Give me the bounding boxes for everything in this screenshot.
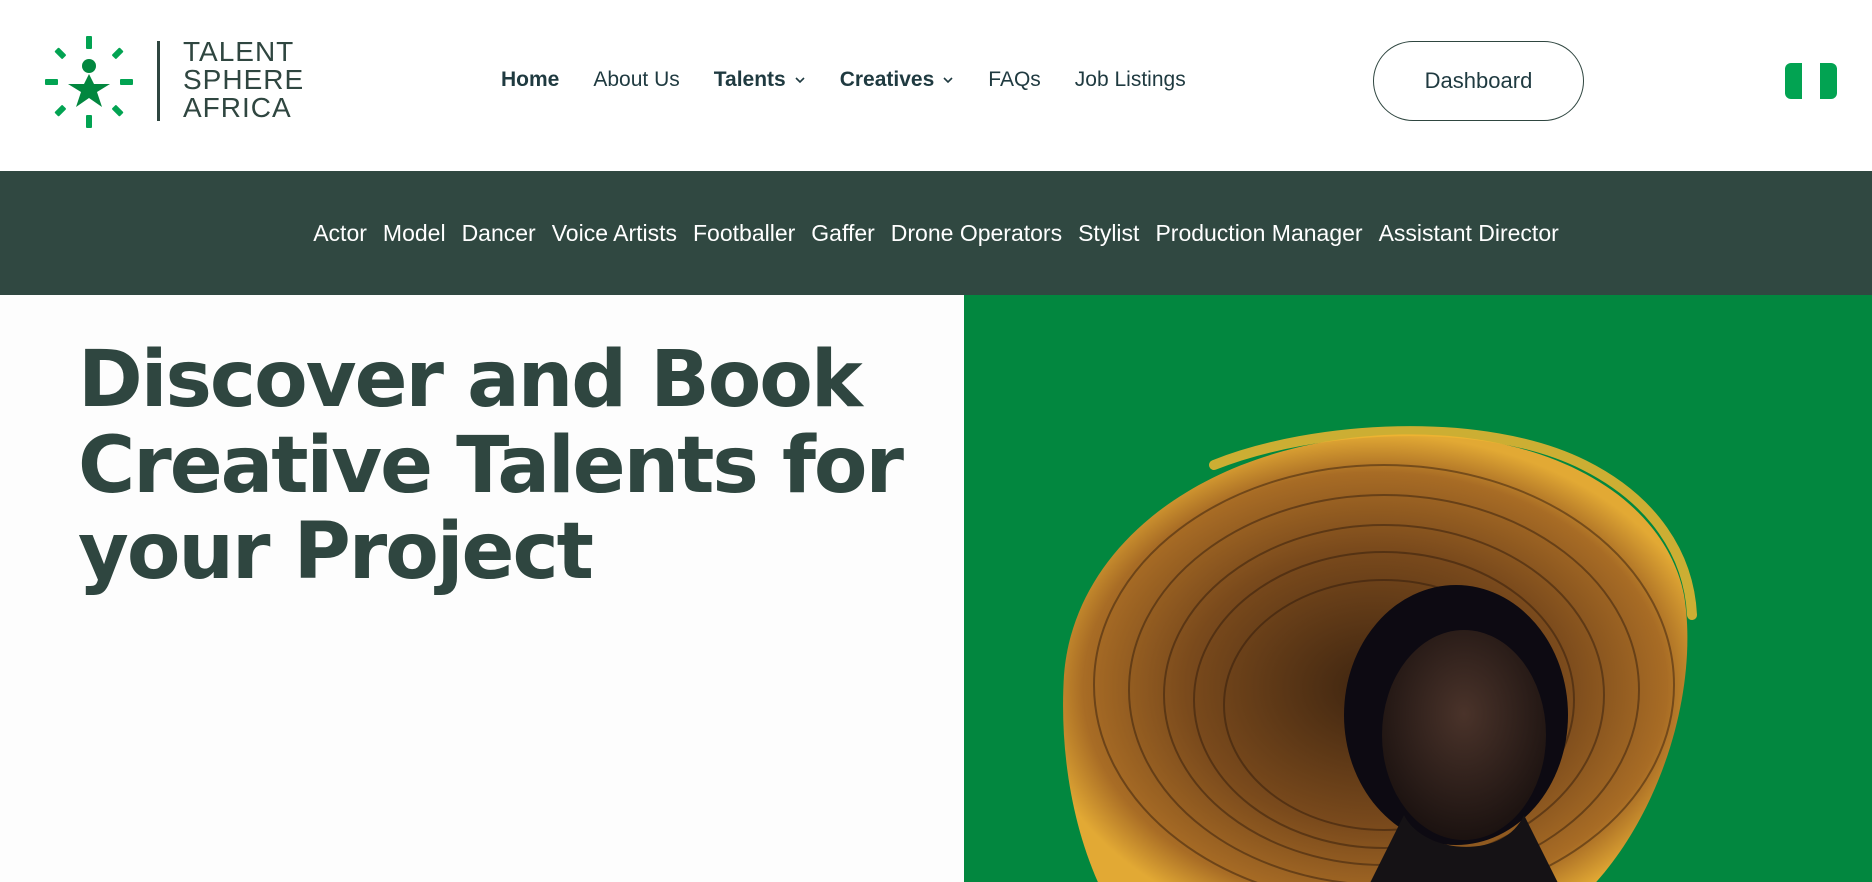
nav-about-label: About Us [593,68,680,91]
category-voice-artists[interactable]: Voice Artists [552,220,677,247]
category-footballer[interactable]: Footballer [693,220,795,247]
category-bar: Actor Model Dancer Voice Artists Footbal… [0,171,1872,295]
nav-talents-label: Talents [713,68,786,91]
main-nav: Home About Us Talents Creatives FAQs Job… [501,68,1220,92]
category-actor[interactable]: Actor [313,220,367,247]
hero-title: Discover and Book Creative Talents for y… [78,337,958,595]
flag-stripe-left [1785,63,1803,99]
category-stylist[interactable]: Stylist [1078,220,1139,247]
hero-title-line-3: your Project [78,507,594,597]
woman-in-wide-straw-hat-icon [1063,426,1697,882]
logo-line-1: TALENT [183,36,295,67]
nigeria-flag-icon[interactable] [1785,63,1837,99]
site-logo[interactable]: TALENT SPHERE AFRICA [40,32,310,128]
category-gaffer[interactable]: Gaffer [811,220,875,247]
hero-title-line-1: Discover and Book [78,335,863,425]
chevron-down-icon [795,77,805,84]
nav-faqs[interactable]: FAQs [988,68,1041,92]
category-drone-operators[interactable]: Drone Operators [891,220,1062,247]
nav-creatives-dropdown[interactable]: Creatives [840,68,955,92]
star-person-logo-icon [45,36,133,128]
nav-talents-dropdown[interactable]: Talents [714,68,806,92]
chevron-down-icon [943,77,953,84]
category-dancer[interactable]: Dancer [462,220,536,247]
nav-job-listings-label: Job Listings [1074,68,1186,91]
category-production-manager[interactable]: Production Manager [1155,220,1362,247]
nav-about-us[interactable]: About Us [593,68,679,92]
flag-stripe-right [1819,63,1837,99]
category-assistant-director[interactable]: Assistant Director [1379,220,1559,247]
nav-home[interactable]: Home [501,68,559,92]
logo-line-3: AFRICA [183,92,292,123]
category-model[interactable]: Model [383,220,446,247]
logo-line-2: SPHERE [183,64,305,95]
flag-stripe-middle [1802,63,1820,99]
nav-creatives-label: Creatives [839,68,935,91]
site-header: TALENT SPHERE AFRICA Home About Us Talen… [0,0,1872,171]
logo-wordmark: TALENT SPHERE AFRICA [183,38,304,122]
hero-image-panel [964,295,1872,882]
hero-title-line-2: Creative Talents for [78,421,904,511]
nav-faqs-label: FAQs [988,68,1041,91]
dashboard-button[interactable]: Dashboard [1373,41,1584,121]
nav-home-label: Home [501,68,560,91]
logo-divider [157,41,160,121]
nav-job-listings[interactable]: Job Listings [1075,68,1186,92]
face-shape [1382,630,1546,840]
